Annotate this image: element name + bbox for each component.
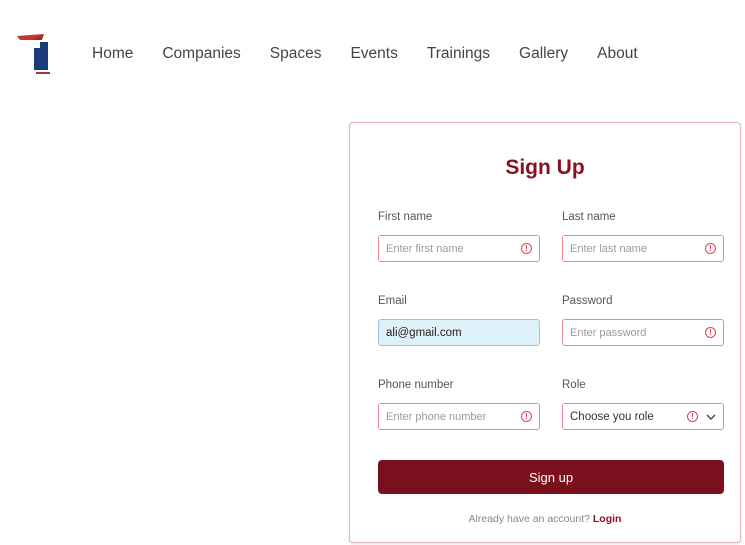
phone-input[interactable]: Enter phone number ! bbox=[378, 403, 540, 430]
error-circle-icon: ! bbox=[705, 243, 716, 254]
top-nav: Home Companies Spaces Events Trainings G… bbox=[92, 44, 638, 64]
role-label: Role bbox=[562, 379, 586, 391]
first-name-placeholder: Enter first name bbox=[386, 242, 464, 255]
nav-gallery[interactable]: Gallery bbox=[519, 44, 568, 64]
email-label: Email bbox=[378, 295, 407, 307]
login-prompt: Already have an account? Login bbox=[350, 513, 740, 525]
last-name-placeholder: Enter last name bbox=[570, 242, 648, 255]
first-name-input[interactable]: Enter first name ! bbox=[378, 235, 540, 262]
last-name-input[interactable]: Enter last name ! bbox=[562, 235, 724, 262]
signup-card: Sign Up First name Enter first name ! La… bbox=[349, 122, 741, 543]
nav-events[interactable]: Events bbox=[350, 44, 397, 64]
first-name-label: First name bbox=[378, 211, 433, 223]
email-input[interactable]: ali@gmail.com bbox=[378, 319, 540, 346]
error-circle-icon: ! bbox=[521, 411, 532, 422]
chevron-down-icon[interactable] bbox=[706, 413, 716, 421]
logo-icon[interactable] bbox=[14, 30, 58, 80]
password-input[interactable]: Enter password ! bbox=[562, 319, 724, 346]
email-value: ali@gmail.com bbox=[386, 326, 462, 339]
last-name-label: Last name bbox=[562, 211, 616, 223]
error-circle-icon: ! bbox=[687, 411, 698, 422]
nav-spaces[interactable]: Spaces bbox=[270, 44, 322, 64]
login-prompt-text: Already have an account? bbox=[468, 513, 590, 525]
phone-placeholder: Enter phone number bbox=[386, 410, 487, 423]
sign-up-button[interactable]: Sign up bbox=[378, 460, 724, 494]
nav-trainings[interactable]: Trainings bbox=[427, 44, 490, 64]
nav-companies[interactable]: Companies bbox=[162, 44, 240, 64]
phone-label: Phone number bbox=[378, 379, 454, 391]
nav-about[interactable]: About bbox=[597, 44, 638, 64]
role-selected: Choose you role bbox=[570, 410, 654, 423]
error-circle-icon: ! bbox=[705, 327, 716, 338]
error-circle-icon: ! bbox=[521, 243, 532, 254]
nav-home[interactable]: Home bbox=[92, 44, 133, 64]
form-title: Sign Up bbox=[505, 156, 585, 179]
page: Home Companies Spaces Events Trainings G… bbox=[0, 0, 745, 545]
login-link[interactable]: Login bbox=[593, 513, 622, 525]
password-placeholder: Enter password bbox=[570, 326, 647, 339]
password-label: Password bbox=[562, 295, 613, 307]
role-select[interactable]: Choose you role ! bbox=[562, 403, 724, 430]
